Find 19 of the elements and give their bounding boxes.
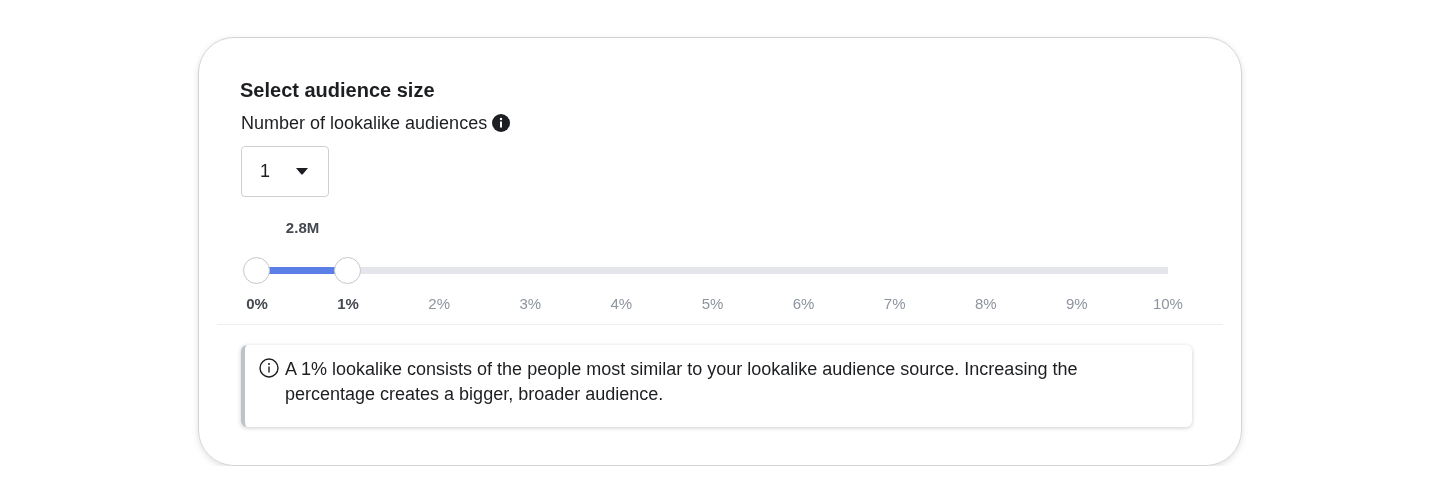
- note-text: A 1% lookalike consists of the people most similar to your lookalike audience source. Increasing the percentage creates a bigger, broader audience.: [285, 358, 1079, 406]
- tick-label: 9%: [1066, 295, 1088, 312]
- section-title: Select audience size: [240, 78, 435, 103]
- tick-label: 10%: [1152, 295, 1183, 312]
- value-label: 2.8M: [285, 219, 320, 236]
- tick-label: 3%: [519, 295, 542, 312]
- tick-label: 8%: [974, 295, 997, 312]
- tick-label: 4%: [610, 295, 633, 312]
- number-dropdown[interactable]: 1: [241, 146, 329, 197]
- caret-icon: [296, 167, 308, 176]
- tick-label: 6%: [792, 295, 815, 312]
- tick-label: 7%: [883, 295, 906, 312]
- tick-label: 5%: [701, 295, 724, 312]
- info-icon[interactable]: [492, 114, 511, 132]
- tick-label: 2%: [428, 295, 451, 312]
- info-icon: [259, 358, 279, 378]
- tick-label: 1%: [337, 295, 359, 312]
- field-label: Number of lookalike audiences: [241, 112, 488, 135]
- tick-label: 0%: [246, 295, 268, 312]
